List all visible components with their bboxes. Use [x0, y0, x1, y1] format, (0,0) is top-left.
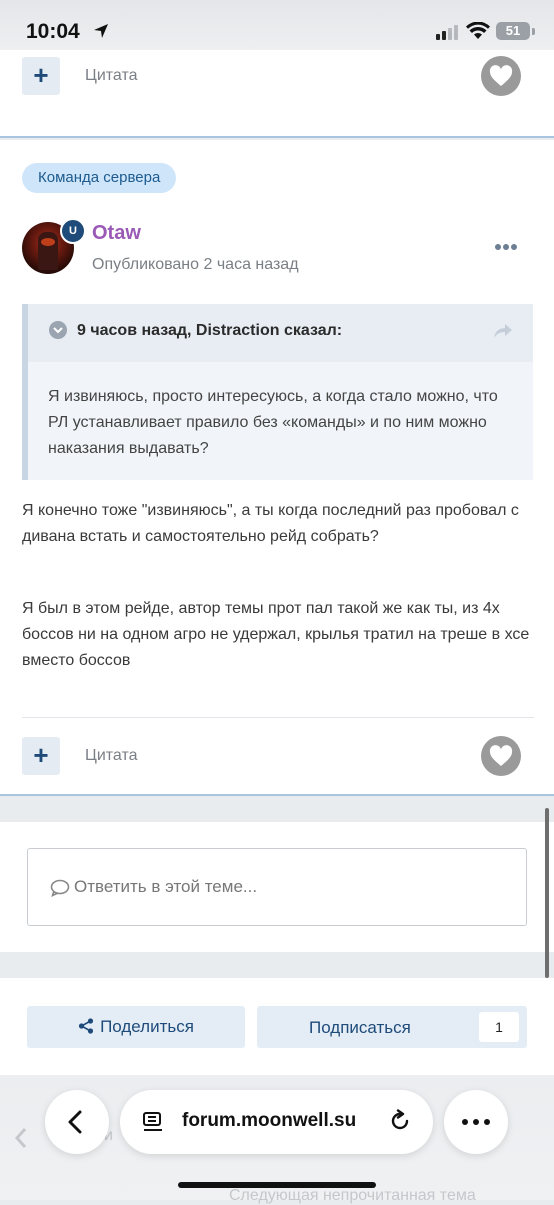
group-badge: Команда сервера [22, 163, 177, 193]
quote-title: 9 часов назад, Distraction сказал: [77, 322, 343, 339]
like-button[interactable] [481, 736, 521, 776]
reply-section: Ответить в этой теме... [0, 822, 554, 952]
address-bar[interactable]: forum.moonwell.su [120, 1090, 433, 1154]
plus-button[interactable]: + [22, 57, 60, 95]
author-name[interactable]: Otaw [92, 222, 141, 245]
quote-button[interactable]: Цитата [85, 747, 138, 765]
battery-icon: 51 [496, 22, 530, 40]
scrollbar[interactable] [545, 808, 549, 978]
browser-back-button[interactable] [45, 1090, 109, 1154]
quote-block: 9 часов назад, Distraction сказал: Я изв… [22, 304, 533, 480]
location-arrow-icon [94, 24, 108, 38]
plus-button[interactable]: + [22, 737, 60, 775]
forum-post: Команда сервера U Otaw Опубликовано 2 ча… [0, 140, 554, 794]
share-label: Поделиться [100, 1017, 194, 1036]
more-options-icon[interactable] [495, 243, 517, 251]
share-arrow-icon[interactable] [494, 324, 512, 338]
browser-more-button[interactable] [444, 1090, 508, 1154]
share-icon [78, 1018, 94, 1034]
browser-toolbar: и Следующая непрочитанная тема forum.moo… [0, 1075, 554, 1204]
cellular-signal-icon [436, 25, 458, 40]
heart-icon [489, 65, 513, 86]
subscribe-button[interactable]: Подписаться 1 [257, 1006, 527, 1048]
quote-button[interactable]: Цитата [85, 67, 138, 85]
wifi-icon [466, 22, 490, 39]
reload-icon[interactable] [388, 1109, 412, 1133]
post-separator [0, 136, 554, 138]
status-time: 10:04 [26, 20, 80, 43]
post-paragraph-2: Я был в этом рейде, автор темы прот пал … [22, 600, 530, 669]
post-divider [22, 717, 534, 718]
home-indicator[interactable] [178, 1182, 376, 1188]
chevron-left-icon [14, 1128, 27, 1148]
heart-icon [489, 745, 513, 766]
quote-text: Я извиняюсь, просто интересуюсь, а когда… [48, 388, 498, 457]
next-unread-topic-link[interactable]: Следующая непрочитанная тема [229, 1187, 476, 1205]
more-horizontal-icon [462, 1119, 490, 1125]
chevron-down-icon[interactable] [49, 321, 67, 339]
quote-header: 9 часов назад, Distraction сказал: [28, 304, 533, 362]
url-text: forum.moonwell.su [182, 1110, 357, 1131]
subscribe-label: Подписаться [309, 1018, 411, 1037]
reply-input[interactable]: Ответить в этой теме... [27, 848, 527, 926]
speech-bubble-icon [50, 879, 70, 897]
post-timestamp: Опубликовано 2 часа назад [92, 256, 299, 273]
chevron-left-icon [68, 1110, 82, 1134]
like-button[interactable] [481, 56, 521, 96]
subscriber-count: 1 [479, 1012, 519, 1042]
battery-tip [532, 28, 535, 35]
avatar-glow [41, 238, 55, 246]
reply-placeholder: Ответить в этой теме... [74, 877, 258, 896]
post-separator [0, 794, 554, 796]
rank-badge: U [60, 218, 86, 244]
prev-post-actions: + Цитата [0, 50, 554, 136]
post-paragraph-1: Я конечно тоже "извиняюсь", а ты когда п… [22, 502, 519, 545]
share-button[interactable]: Поделиться [27, 1006, 245, 1048]
topic-actions: Поделиться Подписаться 1 [0, 978, 554, 1078]
page-menu-icon [143, 1112, 162, 1131]
